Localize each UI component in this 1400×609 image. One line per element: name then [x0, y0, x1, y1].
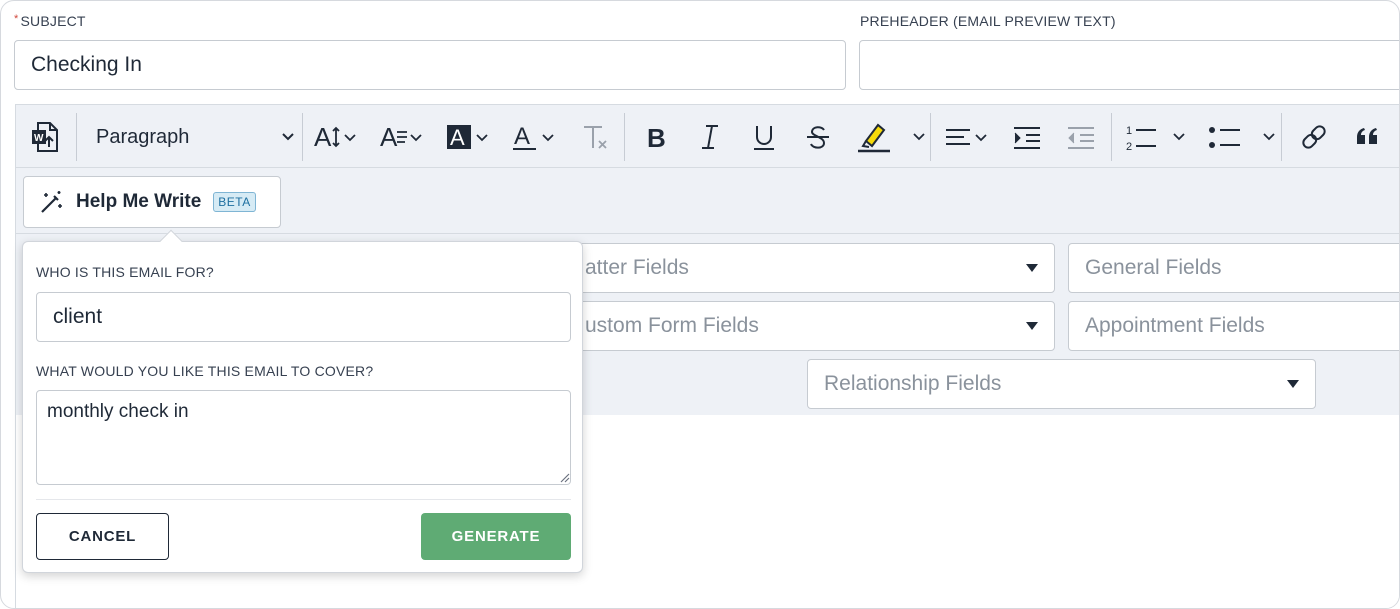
general-fields-select[interactable]: General Fields [1068, 243, 1399, 293]
toolbar-separator [302, 113, 303, 161]
font-size-icon[interactable]: A [314, 119, 364, 155]
underline-icon[interactable] [746, 119, 782, 155]
block-format-select[interactable]: Paragraph [96, 119, 296, 155]
generate-button[interactable]: GENERATE [421, 513, 571, 560]
matter-fields-label: atter Fields [585, 256, 689, 279]
svg-text:2: 2 [1126, 141, 1132, 153]
editor-toolbar: W Paragraph A A A A B 1 2 [16, 105, 1399, 168]
indent-icon[interactable] [1010, 119, 1046, 155]
magic-wand-icon [41, 191, 62, 213]
quote-icon[interactable] [1350, 119, 1386, 155]
word-import-icon[interactable]: W [28, 119, 64, 155]
svg-text:A: A [514, 123, 530, 150]
appointment-fields-select[interactable]: Appointment Fields [1068, 301, 1399, 351]
outdent-icon[interactable] [1064, 119, 1100, 155]
svg-text:A: A [314, 122, 332, 152]
toolbar-separator [930, 113, 931, 161]
dropdown-arrow-icon [1026, 264, 1038, 272]
cover-label: WHAT WOULD YOU LIKE THIS EMAIL TO COVER? [36, 363, 374, 379]
numbered-list-icon[interactable]: 12 [1124, 119, 1200, 155]
general-fields-label: General Fields [1085, 256, 1222, 279]
who-label: WHO IS THIS EMAIL FOR? [36, 264, 214, 280]
block-format-value: Paragraph [96, 125, 190, 148]
preheader-label: PREHEADER (EMAIL PREVIEW TEXT) [860, 13, 1116, 29]
svg-text:A: A [450, 125, 465, 150]
custom-form-fields-select[interactable]: ustom Form Fields [568, 301, 1055, 351]
svg-text:1: 1 [1126, 125, 1132, 137]
resize-grip-icon[interactable] [558, 471, 570, 483]
popover-divider [36, 499, 571, 500]
toolbar-separator [1111, 113, 1112, 161]
cover-textarea[interactable]: monthly check in [36, 390, 571, 485]
chevron-down-icon [282, 133, 294, 141]
cancel-button[interactable]: CANCEL [36, 513, 169, 560]
bold-icon[interactable]: B [638, 119, 674, 155]
preheader-input[interactable] [859, 40, 1399, 90]
svg-text:B: B [647, 123, 666, 152]
font-color-icon[interactable]: A [512, 119, 562, 155]
relationship-fields-select[interactable]: Relationship Fields [807, 359, 1316, 409]
help-me-write-button[interactable]: Help Me Write BETA [23, 176, 281, 228]
appointment-fields-label: Appointment Fields [1085, 314, 1265, 337]
toolbar-separator [76, 113, 77, 161]
svg-text:W: W [34, 133, 44, 144]
dropdown-arrow-icon [1287, 380, 1299, 388]
dropdown-arrow-icon [1026, 322, 1038, 330]
beta-badge: BETA [213, 192, 256, 212]
email-composer: *SUBJECT PREHEADER (EMAIL PREVIEW TEXT) … [0, 0, 1400, 609]
toolbar-separator [1281, 113, 1282, 161]
subject-label: * SUBJECT [14, 13, 86, 29]
bulleted-list-icon[interactable] [1206, 119, 1288, 155]
highlight-text-icon[interactable]: A [446, 119, 496, 155]
help-me-write-label: Help Me Write [76, 191, 202, 212]
link-icon[interactable] [1296, 119, 1332, 155]
custom-form-fields-label: ustom Form Fields [585, 314, 759, 337]
svg-text:A: A [380, 122, 398, 152]
subject-input[interactable] [14, 40, 846, 90]
line-height-icon[interactable]: A [380, 119, 430, 155]
italic-icon[interactable] [692, 119, 728, 155]
highlighter-icon[interactable] [854, 119, 934, 155]
who-input[interactable] [36, 292, 571, 342]
matter-fields-select[interactable]: atter Fields [568, 243, 1055, 293]
help-me-write-popover: WHO IS THIS EMAIL FOR? WHAT WOULD YOU LI… [22, 229, 583, 573]
clear-formatting-icon[interactable] [578, 119, 614, 155]
strikethrough-icon[interactable] [800, 119, 836, 155]
required-mark: * [14, 13, 19, 25]
align-left-icon[interactable] [944, 119, 994, 155]
relationship-fields-label: Relationship Fields [824, 372, 1002, 395]
toolbar-separator [624, 113, 625, 161]
